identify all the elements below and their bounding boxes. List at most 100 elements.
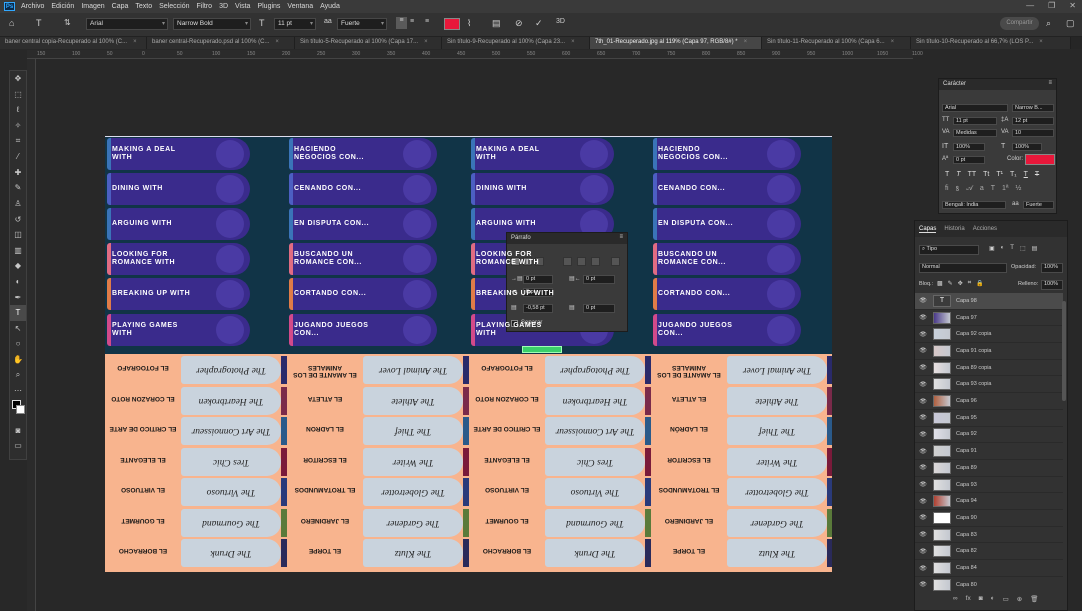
language-select[interactable]: Bengali: India <box>942 201 1006 209</box>
layer-name[interactable]: Capa 93 <box>956 482 977 488</box>
align-center-icon[interactable]: ≡ <box>410 18 414 25</box>
menu-filtro[interactable]: Filtro <box>197 3 213 10</box>
fraction-icon[interactable]: ½ <box>1015 185 1021 194</box>
layer-row[interactable]: 👁 Capa 80 <box>915 577 1063 593</box>
delete-layer-icon[interactable]: 🗑 <box>1030 595 1038 603</box>
layer-row[interactable]: 👁 Capa 95 <box>915 410 1063 427</box>
document-tab[interactable]: Sin título-9-Recuperado al 100% (Capa 23… <box>442 37 590 49</box>
new-layer-icon[interactable]: ⊕ <box>1017 595 1022 603</box>
text-orientation-icon[interactable]: ⇅ <box>64 18 71 27</box>
font-style-select[interactable]: Narrow Bold ▾ <box>173 18 251 30</box>
panel-menu-icon[interactable]: ≡ <box>619 234 623 240</box>
layer-row[interactable]: 👁 Capa 89 <box>915 460 1063 477</box>
warp-text-icon[interactable]: ⌇ <box>467 18 471 29</box>
document-canvas[interactable]: MAKING A DEAL WITH DINING WITH ARGUING WIT… <box>105 136 832 572</box>
subscript-icon[interactable]: T₁ <box>1010 171 1017 178</box>
document-tab[interactable]: baner central copia-Recuperado al 100% (… <box>0 37 147 49</box>
close-tab-icon[interactable]: × <box>424 39 428 45</box>
opacity-field[interactable]: 100% <box>1041 263 1063 273</box>
stylistic-icon[interactable]: a <box>980 185 984 194</box>
text-color-swatch[interactable] <box>444 18 460 30</box>
visibility-eye-icon[interactable]: 👁 <box>915 297 931 304</box>
layer-row[interactable]: 👁 Capa 94 <box>915 493 1063 511</box>
lock-transparency-icon[interactable]: ▩ <box>937 280 943 287</box>
menu-vista[interactable]: Vista <box>235 3 250 10</box>
history-brush-tool-icon[interactable]: ↺ <box>10 211 26 227</box>
close-icon[interactable]: ✕ <box>1069 1 1076 10</box>
swash-icon[interactable]: 𝒜 <box>966 185 973 194</box>
layer-name[interactable]: Capa 94 <box>956 498 977 504</box>
layer-name[interactable]: Capa 92 copia <box>956 331 991 337</box>
magic-wand-tool-icon[interactable]: ✧ <box>10 118 26 134</box>
small-caps-icon[interactable]: Tt <box>983 171 989 178</box>
vertical-scale-field[interactable]: 100% <box>953 143 985 151</box>
layer-row[interactable]: 👁 Capa 92 <box>915 427 1063 444</box>
layer-filter-select[interactable]: ⌕ Tipo <box>919 245 979 255</box>
filter-type-icon[interactable]: T <box>1010 245 1014 252</box>
move-tool-icon[interactable]: ✥ <box>10 71 26 87</box>
justify-all-icon[interactable] <box>611 257 620 266</box>
hand-tool-icon[interactable]: ✋ <box>10 352 26 368</box>
crop-tool-icon[interactable]: ⌗ <box>10 133 26 149</box>
ordinal-icon[interactable]: 1ª <box>1002 185 1008 194</box>
home-icon[interactable]: ⌂ <box>9 18 14 28</box>
visibility-eye-icon[interactable]: 👁 <box>915 498 931 505</box>
all-caps-icon[interactable]: TT <box>968 171 977 178</box>
panels-icon[interactable]: ▤ <box>492 18 501 29</box>
screen-mode-icon[interactable]: ▭ <box>10 438 26 454</box>
filter-shape-icon[interactable]: ⬚ <box>1020 245 1026 252</box>
leading-field[interactable]: 12 pt <box>1012 117 1054 125</box>
color-swatches-icon[interactable] <box>10 398 26 422</box>
menu-texto[interactable]: Texto <box>135 3 152 10</box>
align-right-icon[interactable]: ≡ <box>425 18 429 25</box>
layer-name[interactable]: Capa 91 copia <box>956 348 991 354</box>
tab-acciones[interactable]: Acciones <box>973 226 997 232</box>
link-layers-icon[interactable]: ∞ <box>953 595 958 603</box>
document-tab[interactable]: Sin título-11-Recuperado al 100% (Capa 6… <box>762 37 911 49</box>
eraser-tool-icon[interactable]: ◫ <box>10 227 26 243</box>
underline-icon[interactable]: T <box>1024 171 1028 178</box>
lasso-tool-icon[interactable]: ℓ <box>10 102 26 118</box>
layer-row[interactable]: 👁 Capa 91 <box>915 443 1063 460</box>
layer-name[interactable]: Capa 89 copia <box>956 365 991 371</box>
document-tab[interactable]: Sin título-10-Recuperado al 66,7% (LOS P… <box>911 37 1071 49</box>
align-left-icon[interactable]: ≡ <box>396 17 407 29</box>
filter-pixel-icon[interactable]: ▣ <box>989 245 995 252</box>
discretionary-icon[interactable]: ꝸ <box>956 185 960 194</box>
layer-name[interactable]: Capa 83 <box>956 532 977 538</box>
blend-mode-select[interactable]: Normal <box>919 263 1007 273</box>
close-tab-icon[interactable]: × <box>891 39 895 45</box>
indent-right-field[interactable]: 0 pt <box>583 275 615 284</box>
layer-name[interactable]: Capa 92 <box>956 431 977 437</box>
space-after-field[interactable]: 0 pt <box>583 304 615 313</box>
layer-name[interactable]: Capa 90 <box>956 515 977 521</box>
layer-row[interactable]: 👁 Capa 84 <box>915 560 1063 577</box>
layers-scrollbar[interactable] <box>1062 301 1066 401</box>
layer-name[interactable]: Capa 96 <box>956 398 977 404</box>
commit-icon[interactable]: ✓ <box>535 18 543 29</box>
close-tab-icon[interactable]: × <box>571 39 575 45</box>
filter-smart-icon[interactable]: ▤ <box>1032 245 1038 252</box>
menu-imagen[interactable]: Imagen <box>81 3 104 10</box>
layer-name[interactable]: Capa 82 <box>956 548 977 554</box>
healing-brush-tool-icon[interactable]: ✚ <box>10 165 26 181</box>
zoom-tool-icon[interactable]: ⌕ <box>10 367 26 383</box>
visibility-eye-icon[interactable]: 👁 <box>915 431 931 438</box>
layer-row[interactable]: 👁 Capa 93 copia <box>915 377 1063 394</box>
layer-row[interactable]: 👁 Capa 90 <box>915 510 1063 527</box>
char-style-select[interactable]: Narrow B... <box>1012 104 1054 112</box>
fill-field[interactable]: 100% <box>1041 280 1063 290</box>
titling-icon[interactable]: T <box>991 185 995 194</box>
indent-left-field[interactable]: 0 pt <box>523 275 553 284</box>
visibility-eye-icon[interactable]: 👁 <box>915 531 931 538</box>
share-button[interactable]: Compartir <box>1000 17 1039 30</box>
layer-style-icon[interactable]: fx <box>966 595 971 603</box>
menu-ayuda[interactable]: Ayuda <box>320 3 340 10</box>
layer-name[interactable]: Capa 93 copia <box>956 381 991 387</box>
new-group-icon[interactable]: ▭ <box>1003 595 1009 603</box>
visibility-eye-icon[interactable]: 👁 <box>915 364 931 371</box>
layer-row[interactable]: 👁 Capa 92 copia <box>915 326 1063 344</box>
text-selection-box[interactable] <box>522 346 562 353</box>
visibility-eye-icon[interactable]: 👁 <box>915 565 931 572</box>
strikethrough-icon[interactable]: T <box>1035 171 1039 178</box>
